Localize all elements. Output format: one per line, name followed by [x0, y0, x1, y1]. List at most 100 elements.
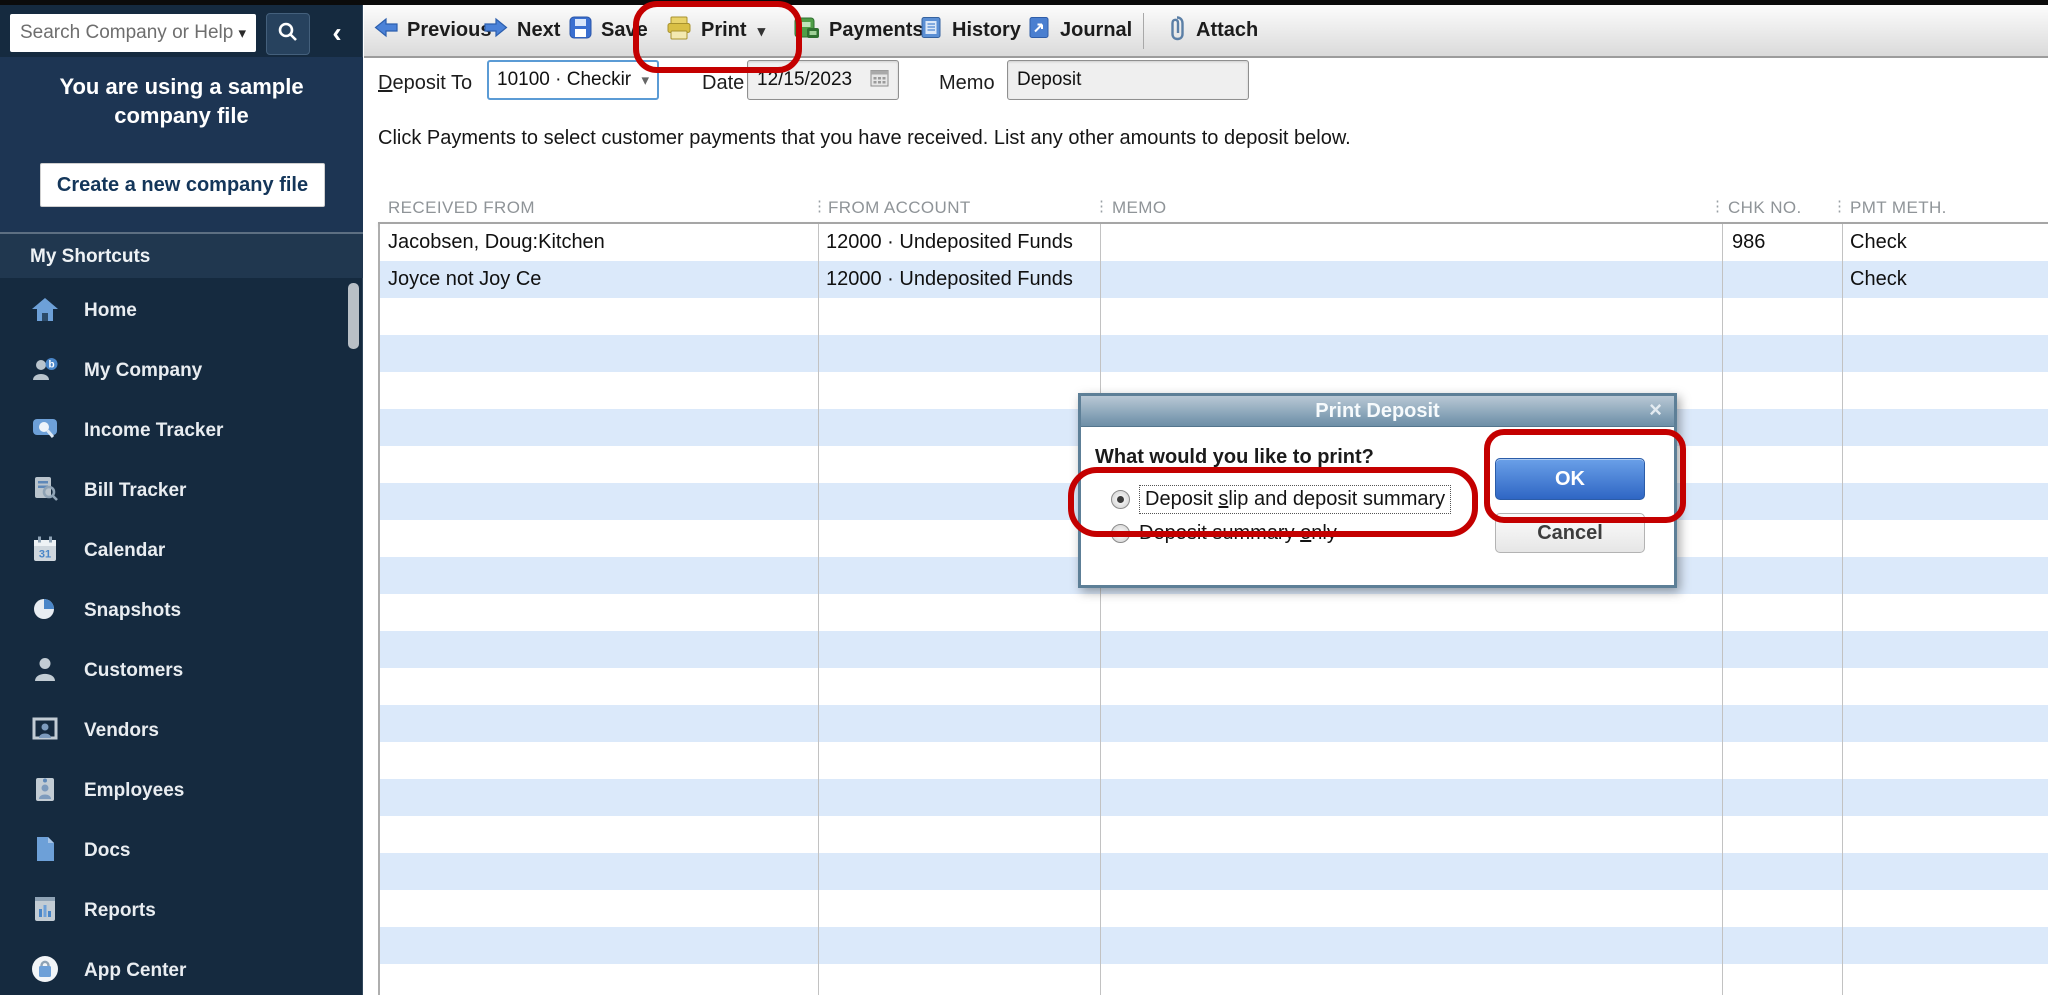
- sidebar-item-employees[interactable]: Employees: [0, 761, 363, 821]
- table-row-2-from-account[interactable]: 12000 · Undeposited Funds: [826, 261, 1073, 298]
- radio-label-pre: Deposit: [1145, 488, 1218, 510]
- dialog-title: Print Deposit: [1315, 400, 1439, 423]
- deposit-to-label: Deposit To: [378, 72, 472, 95]
- search-button[interactable]: [266, 13, 310, 55]
- next-button[interactable]: Next: [484, 5, 560, 56]
- deposit-to-label-rest: eposit To: [392, 72, 472, 94]
- memo-label: Memo: [939, 72, 995, 95]
- print-label: Print: [701, 19, 747, 42]
- sidebar-item-label: Snapshots: [84, 600, 181, 622]
- sidebar-item-label: Docs: [84, 840, 130, 862]
- calendar-picker-icon[interactable]: [870, 68, 889, 93]
- deposit-to-value: 10100 · Checkir: [497, 69, 641, 91]
- table-row-2-pmt-meth[interactable]: Check: [1850, 261, 1907, 298]
- column-header-pmt-meth[interactable]: PMT METH.: [1850, 198, 1947, 218]
- table-row-2-received-from[interactable]: Joyce not Joy Ce: [388, 261, 541, 298]
- table-left-border: [378, 224, 380, 995]
- print-button[interactable]: Print ▾: [666, 5, 765, 56]
- cancel-button[interactable]: Cancel: [1495, 513, 1645, 553]
- ok-button[interactable]: OK: [1495, 458, 1645, 500]
- sidebar-scrollbar[interactable]: [348, 283, 359, 349]
- toolbar-divider: [1143, 13, 1144, 49]
- history-button[interactable]: History: [920, 5, 1021, 56]
- sidebar-item-app-center[interactable]: App Center: [0, 941, 363, 995]
- radio-dot: [1117, 496, 1124, 503]
- sidebar-item-label: Calendar: [84, 540, 165, 562]
- memo-field[interactable]: Deposit: [1007, 60, 1249, 100]
- deposit-to-mnemonic: D: [378, 72, 392, 94]
- next-label: Next: [517, 19, 560, 42]
- table-row-1-pmt-meth[interactable]: Check: [1850, 224, 1907, 261]
- column-divider[interactable]: [818, 224, 819, 995]
- column-header-chk-no[interactable]: CHK NO.: [1728, 198, 1802, 218]
- column-resize-dots-icon[interactable]: ⋮: [1832, 197, 1847, 215]
- close-icon[interactable]: ×: [1649, 397, 1662, 423]
- search-placeholder: Search Company or Help: [20, 22, 234, 44]
- radio-deposit-slip-label[interactable]: Deposit slip and deposit summary: [1139, 485, 1451, 514]
- sidebar-item-income-tracker[interactable]: Income Tracker: [0, 401, 363, 461]
- radio-unselected-icon[interactable]: [1111, 524, 1130, 543]
- sidebar-item-my-company[interactable]: b My Company: [0, 341, 363, 401]
- column-resize-dots-icon[interactable]: ⋮: [812, 197, 827, 215]
- column-header-from-account[interactable]: FROM ACCOUNT: [828, 198, 971, 218]
- table-row-1-chk-no[interactable]: 986: [1732, 224, 1765, 261]
- column-divider[interactable]: [1722, 224, 1723, 995]
- sidebar-item-docs[interactable]: Docs: [0, 821, 363, 881]
- dialog-titlebar[interactable]: Print Deposit ×: [1081, 396, 1674, 427]
- sidebar-shortcut-list: Home b My Company Income Tracker Bill Tr…: [0, 281, 363, 995]
- snapshots-icon: [30, 595, 60, 628]
- table-row-1-received-from[interactable]: Jacobsen, Doug:Kitchen: [388, 224, 605, 261]
- column-resize-dots-icon[interactable]: ⋮: [1710, 197, 1725, 215]
- search-icon: [277, 21, 299, 48]
- sidebar-item-label: Vendors: [84, 720, 159, 742]
- column-divider[interactable]: [1100, 224, 1101, 995]
- sidebar-item-label: My Company: [84, 360, 202, 382]
- payments-icon: [794, 16, 820, 46]
- radio-deposit-summary-only[interactable]: Deposit summary only: [1111, 522, 1337, 545]
- search-dropdown-caret-icon[interactable]: ▾: [238, 24, 246, 42]
- column-resize-dots-icon[interactable]: ⋮: [1094, 197, 1109, 215]
- payments-button[interactable]: Payments: [794, 5, 924, 56]
- income-tracker-icon: [30, 415, 60, 448]
- date-value: 12/15/2023: [757, 69, 870, 91]
- collapse-sidebar-button[interactable]: ‹: [318, 15, 356, 51]
- search-input[interactable]: Search Company or Help ▾: [10, 14, 256, 52]
- sidebar-item-bill-tracker[interactable]: Bill Tracker: [0, 461, 363, 521]
- date-label: Date: [702, 72, 744, 95]
- column-header-received-from[interactable]: RECEIVED FROM: [388, 198, 535, 218]
- print-dropdown-caret-icon[interactable]: ▾: [758, 22, 766, 40]
- column-divider[interactable]: [1842, 224, 1843, 995]
- sidebar-item-label: Home: [84, 300, 137, 322]
- attach-button[interactable]: Attach: [1167, 5, 1258, 56]
- sidebar-item-label: Bill Tracker: [84, 480, 186, 502]
- deposit-table-body[interactable]: Jacobsen, Doug:Kitchen 12000 · Undeposit…: [378, 224, 2048, 995]
- docs-icon: [30, 835, 60, 868]
- date-field[interactable]: 12/15/2023: [747, 60, 899, 100]
- deposit-to-dropdown[interactable]: 10100 · Checkir ▾: [487, 60, 659, 100]
- radio-deposit-slip-and-summary[interactable]: Deposit slip and deposit summary: [1111, 485, 1451, 514]
- table-row-1-from-account[interactable]: 12000 · Undeposited Funds: [826, 224, 1073, 261]
- sidebar-item-snapshots[interactable]: Snapshots: [0, 581, 363, 641]
- save-button[interactable]: Save: [569, 5, 648, 56]
- vendors-icon: [30, 715, 60, 748]
- radio-selected-icon[interactable]: [1111, 490, 1130, 509]
- sidebar-item-vendors[interactable]: Vendors: [0, 701, 363, 761]
- radio-label-post: nly: [1311, 522, 1337, 544]
- app-center-icon: [30, 955, 60, 988]
- sidebar-item-customers[interactable]: Customers: [0, 641, 363, 701]
- customers-icon: [30, 655, 60, 688]
- radio-summary-only-label[interactable]: Deposit summary only: [1139, 522, 1337, 545]
- sidebar-item-reports[interactable]: Reports: [0, 881, 363, 941]
- sidebar-item-calendar[interactable]: 31 Calendar: [0, 521, 363, 581]
- sidebar-item-home[interactable]: Home: [0, 281, 363, 341]
- history-label: History: [952, 19, 1021, 42]
- sidebar-item-label: App Center: [84, 960, 186, 982]
- column-header-memo[interactable]: MEMO: [1112, 198, 1166, 218]
- create-company-file-button[interactable]: Create a new company file: [40, 163, 325, 207]
- reports-icon: [30, 895, 60, 928]
- previous-button[interactable]: Previous: [374, 5, 491, 56]
- deposit-to-caret-icon[interactable]: ▾: [641, 71, 649, 89]
- journal-button[interactable]: Journal: [1028, 5, 1132, 56]
- memo-value: Deposit: [1017, 69, 1239, 91]
- history-icon: [920, 16, 943, 45]
